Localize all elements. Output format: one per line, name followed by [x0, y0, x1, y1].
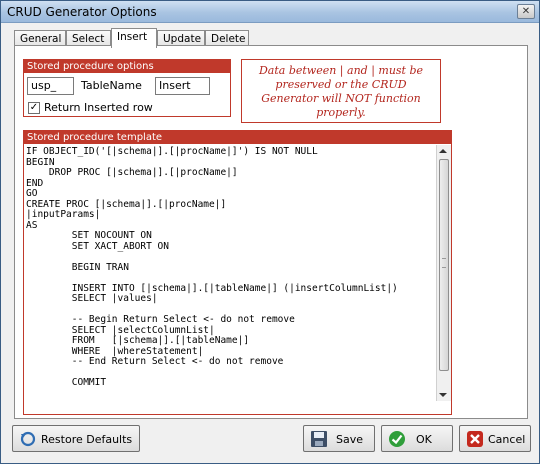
warning-box: Data between | and | must be preserved o…: [241, 59, 441, 123]
cancel-x-icon: [467, 431, 483, 447]
window-title: CRUD Generator Options: [7, 5, 157, 19]
sp-options-header: Stored procedure options: [24, 60, 230, 73]
tablename-input[interactable]: Insert: [155, 77, 210, 95]
scroll-down-icon[interactable]: [439, 393, 447, 397]
tablename-label: TableName: [81, 79, 142, 92]
warning-line-2: preserved or the CRUD: [275, 78, 407, 91]
scroll-thumb[interactable]: [439, 159, 449, 371]
save-label: Save: [336, 433, 364, 446]
cancel-button[interactable]: Cancel: [459, 425, 531, 452]
scroll-up-icon[interactable]: [439, 149, 447, 153]
warning-line-3: Generator will NOT function: [261, 92, 421, 105]
template-textarea[interactable]: IF OBJECT_ID('[|schema|].[|procName|]') …: [24, 145, 434, 401]
save-button[interactable]: Save: [303, 425, 375, 452]
return-row-label: Return Inserted row: [44, 101, 153, 114]
restore-defaults-label: Restore Defaults: [41, 433, 133, 446]
template-header: Stored procedure template: [24, 131, 451, 144]
grip-icon: [442, 258, 446, 268]
warning-line-1: Data between | and | must be: [258, 64, 424, 77]
refresh-icon: [20, 431, 36, 447]
tab-insert[interactable]: Insert: [111, 28, 157, 48]
title-bar[interactable]: CRUD Generator Options ✕: [1, 1, 539, 23]
cancel-label: Cancel: [488, 433, 526, 446]
template-group: Stored procedure template IF OBJECT_ID('…: [23, 130, 452, 415]
sp-options-group: Stored procedure options usp_ TableName …: [23, 59, 231, 117]
return-row-checkbox[interactable]: ✓: [28, 102, 40, 114]
floppy-disk-icon: [311, 431, 327, 447]
check-icon: [389, 431, 405, 447]
dialog-client: General Select Insert Update Delete Stor…: [8, 26, 532, 458]
prefix-input[interactable]: usp_: [27, 77, 74, 95]
close-button[interactable]: ✕: [517, 4, 535, 19]
insert-tab-panel: Stored procedure options usp_ TableName …: [14, 45, 528, 419]
dialog-window: CRUD Generator Options ✕ General Select …: [0, 0, 540, 464]
ok-label: OK: [416, 433, 432, 446]
template-scrollbar[interactable]: [436, 145, 451, 401]
ok-button[interactable]: OK: [381, 425, 453, 452]
warning-line-4: properly.: [316, 106, 366, 119]
restore-defaults-button[interactable]: Restore Defaults: [12, 425, 140, 452]
